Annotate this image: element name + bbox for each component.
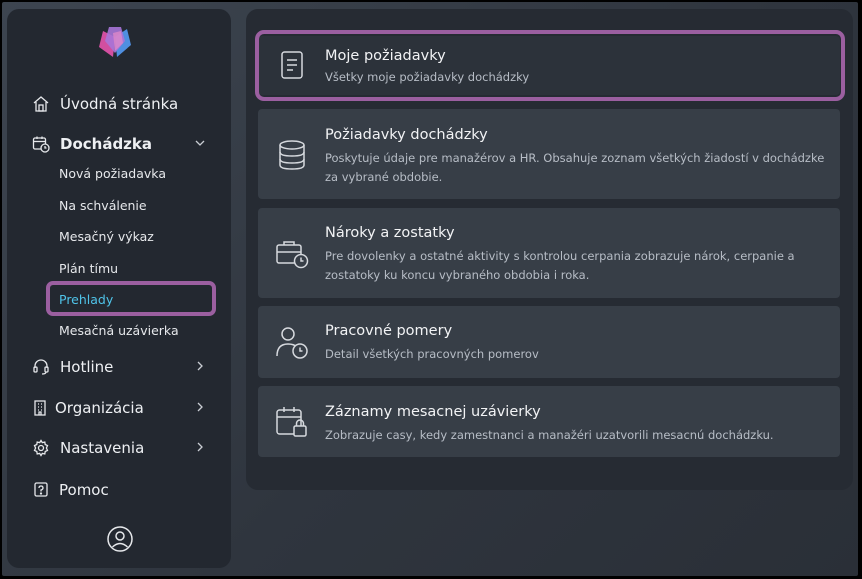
headset-icon: [32, 358, 50, 376]
sidebar-item-label: Pomoc: [59, 481, 109, 499]
card-title: Nároky a zostatky: [325, 225, 455, 241]
sidebar-item-label: Hotline: [60, 358, 114, 376]
card-title: Záznamy mesacnej uzávierky: [325, 404, 541, 420]
sidebar-item-home[interactable]: Úvodná stránka: [7, 89, 231, 119]
card-description: Poskytuje údaje pre manažérov a HR. Obsa…: [325, 151, 825, 184]
sidebar-item-settings[interactable]: Nastavenia: [7, 433, 231, 463]
submenu-item-monthly-report[interactable]: Mesačný výkaz: [59, 229, 154, 251]
sidebar-item-label: Nastavenia: [60, 439, 145, 457]
card-title: Požiadavky dochádzky: [325, 127, 488, 143]
sidebar-item-help[interactable]: Pomoc: [7, 475, 231, 505]
submenu-item-new-request[interactable]: Nová požiadavka: [59, 166, 166, 188]
sidebar-item-label: Organizácia: [55, 399, 144, 417]
submenu-item-monthly-closing[interactable]: Mesačná uzávierka: [59, 323, 179, 345]
database-icon: [274, 137, 310, 173]
highlight-overviews: [46, 281, 216, 316]
sidebar-item-attendance[interactable]: Dochádzka: [7, 129, 231, 159]
submenu-item-for-approval[interactable]: Na schválenie: [59, 198, 147, 220]
reports-panel: Moje požiadavky Všetky moje požiadavky d…: [246, 9, 853, 490]
user-avatar-icon[interactable]: [106, 525, 134, 553]
app-logo: [95, 23, 135, 61]
app-window: Úvodná stránka Dochádzka Nová požiadavka…: [2, 2, 858, 576]
gear-icon: [32, 439, 50, 457]
chevron-right-icon[interactable]: [193, 400, 207, 414]
chevron-right-icon[interactable]: [193, 359, 207, 373]
card-title: Pracovné pomery: [325, 323, 453, 339]
sidebar-item-label: Dochádzka: [60, 135, 153, 153]
sidebar: Úvodná stránka Dochádzka Nová požiadavka…: [7, 9, 231, 568]
sidebar-item-organization[interactable]: Organizácia: [7, 393, 231, 423]
calendar-clock-icon: [32, 135, 50, 153]
card-monthly-closing-records[interactable]: Záznamy mesacnej uzávierky Zobrazuje cas…: [258, 386, 840, 457]
chevron-right-icon[interactable]: [193, 440, 207, 454]
calendar-lock-icon: [274, 404, 310, 440]
card-attendance-requests[interactable]: Požiadavky dochádzky Poskytuje údaje pre…: [258, 109, 840, 199]
card-employment-relations[interactable]: Pracovné pomery Detail všetkých pracovný…: [258, 306, 840, 378]
briefcase-clock-icon: [274, 236, 310, 272]
card-description: Zobrazuje casy, kedy zamestnanci a manaž…: [325, 428, 774, 442]
chevron-down-icon[interactable]: [193, 136, 207, 150]
submenu-item-team-plan[interactable]: Plán tímu: [59, 261, 118, 283]
sidebar-item-label: Úvodná stránka: [60, 95, 179, 113]
home-icon: [32, 95, 50, 113]
building-icon: [32, 399, 50, 417]
sidebar-item-hotline[interactable]: Hotline: [7, 352, 231, 382]
card-description: Pre dovolenky a ostatné aktivity s kontr…: [325, 249, 795, 282]
person-clock-icon: [274, 325, 310, 361]
highlight-my-requests: [255, 30, 845, 101]
help-icon: [32, 481, 50, 499]
card-entitlements-balances[interactable]: Nároky a zostatky Pre dovolenky a ostatn…: [258, 208, 840, 298]
card-description: Detail všetkých pracovných pomerov: [325, 347, 539, 361]
